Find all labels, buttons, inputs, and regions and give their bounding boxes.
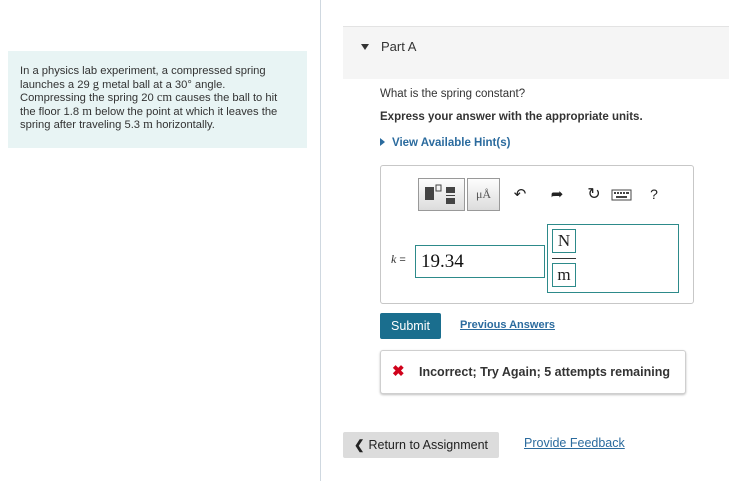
return-to-assignment-button[interactable]: ❮ Return to Assignment [343, 432, 499, 458]
collapse-caret-icon[interactable] [361, 44, 369, 50]
submit-button[interactable]: Submit [380, 313, 441, 339]
math-toolbar: μÅ ↶ ➦ ↻ ? [418, 178, 684, 211]
unit-meters-2: m [143, 117, 153, 132]
keyboard-icon[interactable] [611, 178, 633, 211]
unit-centimeters: cm [156, 90, 173, 105]
reset-icon[interactable]: ↻ [582, 178, 606, 211]
provide-feedback-link[interactable]: Provide Feedback [524, 436, 625, 450]
part-a-header[interactable]: Part A [343, 26, 729, 79]
templates-icon [425, 184, 455, 204]
redo-arrow-icon[interactable]: ➦ [545, 178, 569, 211]
view-hints-link[interactable]: View Available Hint(s) [380, 137, 510, 149]
help-button[interactable]: ? [644, 178, 664, 211]
expand-triangle-icon [380, 138, 385, 146]
variable-label: k = [391, 252, 406, 266]
chevron-left-icon: ❮ [354, 438, 365, 452]
value-input[interactable]: 19.34 [415, 245, 545, 278]
unit-denominator[interactable]: m [552, 263, 576, 287]
feedback-message: Incorrect; Try Again; 5 attempts remaini… [419, 365, 670, 379]
unit-grams: g [92, 76, 100, 91]
instruction-text: Express your answer with the appropriate… [380, 111, 643, 123]
question-text: What is the spring constant? [380, 88, 526, 100]
incorrect-x-icon: ✖ [392, 363, 405, 380]
previous-answers-link[interactable]: Previous Answers [460, 319, 555, 331]
unit-meters: m [82, 103, 92, 118]
fraction-bar [552, 258, 576, 259]
units-button[interactable]: μÅ [467, 178, 500, 211]
left-panel: In a physics lab experiment, a compresse… [0, 0, 321, 481]
problem-statement: In a physics lab experiment, a compresse… [8, 51, 307, 148]
templates-button[interactable] [418, 178, 465, 211]
part-title: Part A [381, 39, 417, 54]
unit-numerator[interactable]: N [552, 229, 576, 253]
undo-arrow-icon[interactable]: ↶ [508, 178, 532, 211]
